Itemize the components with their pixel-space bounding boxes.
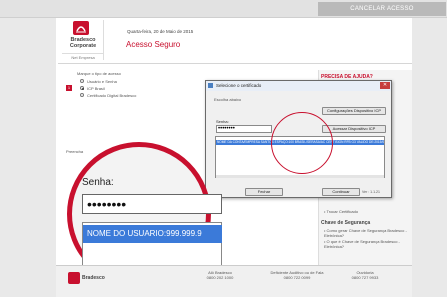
continue-button[interactable]: Continuar bbox=[322, 188, 360, 196]
access-type-prompt: Marque o tipo de acesso bbox=[77, 71, 121, 76]
footer-brand: Bradesco bbox=[82, 275, 105, 281]
radio-user-password[interactable] bbox=[80, 79, 84, 83]
current-date: Quarta-feira, 20 de Maio de 2015 bbox=[127, 29, 194, 34]
option-label: Usuário e Senha bbox=[87, 79, 117, 84]
step-number: 1 bbox=[66, 85, 72, 91]
radio-icp-brasil[interactable] bbox=[80, 86, 84, 90]
horizontal-scrollbar[interactable] bbox=[216, 175, 384, 178]
security-key-link-1[interactable]: • Como gerar Chave de Segurança Bradesco… bbox=[324, 228, 409, 238]
highlight-ring bbox=[271, 112, 333, 174]
close-button[interactable]: Fechar bbox=[245, 188, 283, 196]
radio-digital-certificate[interactable] bbox=[80, 93, 84, 97]
password-label: Senha: bbox=[216, 119, 229, 124]
magnified-password-field: •••••••• bbox=[82, 194, 222, 214]
cancel-access-button[interactable]: CANCELAR ACESSO bbox=[318, 2, 446, 16]
dialog-title: Selecione o certificado bbox=[206, 81, 391, 91]
password-field[interactable]: •••••••• bbox=[216, 125, 272, 133]
option-label: Certificado Digital Bradesco bbox=[87, 93, 137, 98]
fill-label: Preencha bbox=[66, 149, 84, 154]
change-certificate-link[interactable]: • Trocar Certificado bbox=[324, 209, 358, 214]
security-key-link-2[interactable]: • O que é Chave de Segurança Bradesco - … bbox=[324, 239, 409, 249]
footer-contact-3: Ouvidoria 0800 727 9933 bbox=[351, 270, 379, 280]
magnified-selected-entry: NOME DO USUARIO:999.999.9 bbox=[83, 225, 222, 243]
brand-name: Bradesco Corporate bbox=[69, 37, 97, 49]
icp-settings-button[interactable]: Configurações Dispositivo ICP bbox=[322, 107, 386, 115]
brand-subtitle: Net Empresa bbox=[62, 53, 104, 60]
version-label: Ver : 1.1.21 bbox=[362, 190, 380, 194]
footer-contact-2: Deficiente Auditivo ou de Fala 0800 722 0… bbox=[270, 270, 324, 280]
divider bbox=[58, 63, 412, 64]
footer-contact-1: Alô Bradesco 0800 202 1000 bbox=[206, 270, 234, 280]
magnified-password-label: Senha: bbox=[82, 177, 114, 188]
option-label: ICP Brasil bbox=[87, 86, 105, 91]
group-label: Escolha abaixo bbox=[214, 97, 242, 102]
access-icp-button[interactable]: Acessar Dispositivo ICP bbox=[322, 125, 386, 133]
footer-logo-icon bbox=[68, 272, 80, 284]
close-icon[interactable]: ✕ bbox=[380, 82, 390, 89]
security-key-heading: Chave de Segurança bbox=[321, 220, 371, 226]
page-title: Acesso Seguro bbox=[126, 40, 181, 49]
bradesco-logo-icon bbox=[73, 21, 89, 35]
app-icon bbox=[208, 83, 213, 88]
